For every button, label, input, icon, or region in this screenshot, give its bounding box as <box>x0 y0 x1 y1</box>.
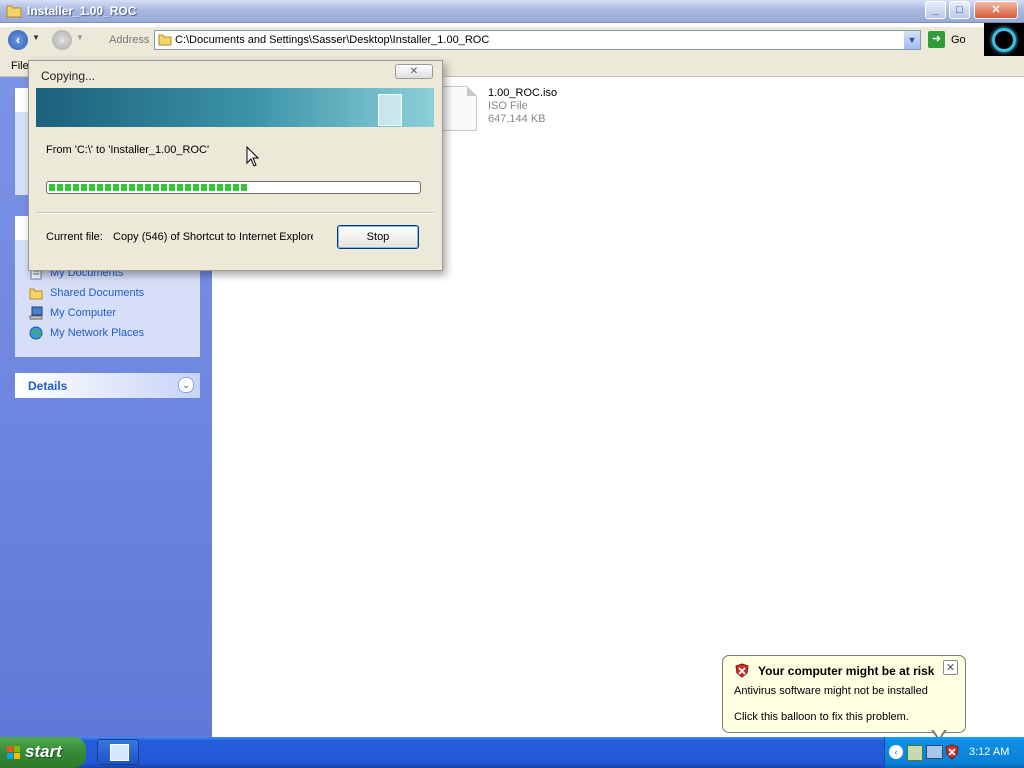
file-item-iso[interactable]: 1.00_ROC.iso ISO File 647,144 KB <box>441 86 641 134</box>
close-button[interactable]: ✕ <box>974 1 1018 19</box>
place-label: My Computer <box>50 307 117 319</box>
folder-icon <box>29 288 43 300</box>
network-icon <box>29 326 43 340</box>
explorer-window: Installer_1.00_ROC _ □ ✕ ‹ ▼ › ▼ Address… <box>0 0 1024 737</box>
address-toolbar: ‹ ▼ › ▼ Address C:\Documents and Setting… <box>0 27 1024 57</box>
minimize-button[interactable]: _ <box>925 1 946 19</box>
go-button[interactable]: ➜ Go <box>928 31 978 49</box>
address-path: C:\Documents and Settings\Sasser\Desktop… <box>175 34 490 46</box>
balloon-title: Your computer might be at risk <box>758 664 935 678</box>
security-alert-tray-icon[interactable] <box>945 744 959 760</box>
app-window-icon <box>110 744 129 761</box>
divider <box>36 212 434 214</box>
chevron-down-icon[interactable]: ⌄ <box>178 377 194 393</box>
clock[interactable]: 3:12 AM <box>969 746 1009 758</box>
flying-page-icon <box>378 94 402 126</box>
system-tray: ‹ 3:12 AM <box>884 737 1024 768</box>
file-name: 1.00_ROC.iso <box>488 87 558 99</box>
security-balloon[interactable]: Your computer might be at risk ✕ Antivir… <box>722 655 966 741</box>
file-size: 647,144 KB <box>488 113 546 125</box>
folder-icon <box>158 34 172 46</box>
dialog-title: Copying... <box>41 69 96 83</box>
current-file-label: Current file: <box>46 231 103 243</box>
mouse-pointer-icon <box>246 146 260 167</box>
details-box-header[interactable]: Details ⌄ <box>15 373 200 398</box>
address-field[interactable]: C:\Documents and Settings\Sasser\Desktop… <box>154 30 921 50</box>
windows-throbber-logo <box>984 23 1024 56</box>
menu-file[interactable]: File <box>11 60 29 72</box>
address-label: Address <box>109 34 150 46</box>
go-label: Go <box>951 34 966 46</box>
start-button[interactable]: start <box>0 737 86 768</box>
forward-button[interactable]: › <box>52 30 72 50</box>
network-tray-icon[interactable] <box>907 745 923 761</box>
back-button[interactable]: ‹ <box>8 30 28 50</box>
show-hidden-icons-icon[interactable]: ‹ <box>889 745 903 759</box>
back-dropdown-icon[interactable]: ▼ <box>32 33 40 42</box>
windows-flag-icon <box>7 746 20 759</box>
security-shield-icon <box>735 663 749 678</box>
balloon-close-button[interactable]: ✕ <box>943 660 958 675</box>
throbber-ring-icon <box>992 28 1016 52</box>
current-file-value: Copy (546) of Shortcut to Internet Explo… <box>113 231 313 243</box>
folder-icon <box>6 5 22 18</box>
file-type: ISO File <box>488 100 528 112</box>
details-label: Details <box>28 379 68 393</box>
copy-source-text: From 'C:\' to 'Installer_1.00_ROC' <box>46 144 210 156</box>
iso-file-icon <box>441 86 477 131</box>
copying-dialog: Copying... ✕ From 'C:\' to 'Installer_1.… <box>28 60 443 271</box>
progress-fill <box>49 184 248 191</box>
place-label: My Network Places <box>50 327 145 339</box>
stop-button[interactable]: Stop <box>337 225 419 249</box>
balloon-line-2: Click this balloon to fix this problem. <box>734 711 909 723</box>
maximize-button[interactable]: □ <box>949 1 970 19</box>
title-bar[interactable]: Installer_1.00_ROC _ □ ✕ <box>0 0 1024 23</box>
balloon-line-1: Antivirus software might not be installe… <box>734 685 928 697</box>
taskbar-app-button[interactable] <box>97 739 139 765</box>
dialog-close-button[interactable]: ✕ <box>395 64 433 79</box>
copy-animation-banner <box>36 88 434 127</box>
window-title: Installer_1.00_ROC <box>27 4 137 18</box>
place-label: Shared Documents <box>50 287 145 299</box>
taskbar: start ‹ 3:12 AM <box>0 737 1024 768</box>
display-tray-icon[interactable] <box>926 745 943 759</box>
forward-dropdown-icon[interactable]: ▼ <box>76 33 84 42</box>
go-arrow-icon: ➜ <box>928 31 945 48</box>
copy-progress-bar <box>46 181 421 194</box>
start-label: start <box>25 742 62 761</box>
computer-icon <box>29 306 43 320</box>
address-dropdown-icon[interactable]: ▼ <box>904 31 920 49</box>
